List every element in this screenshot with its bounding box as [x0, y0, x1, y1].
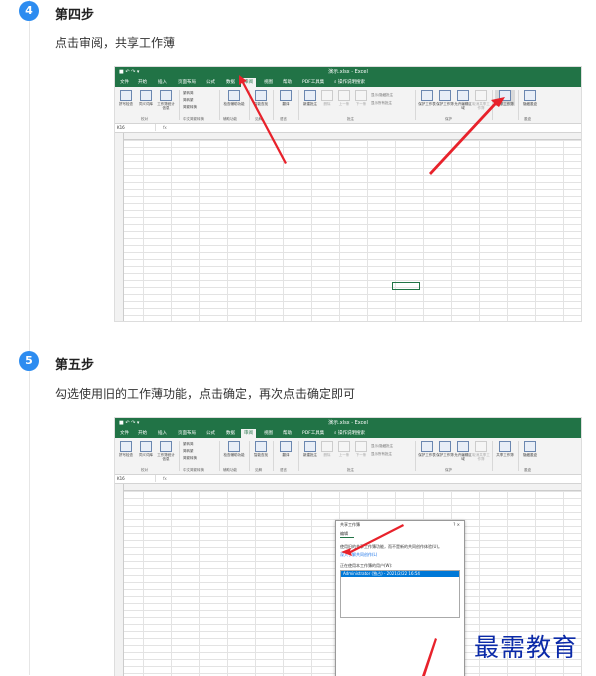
excel-screenshot-step4: ■ ↶ ↷ ▾ 演示.xlsx - Excel 文件 开始 插入 页面布局 公式… — [114, 66, 582, 322]
timeline-line — [29, 0, 30, 675]
watermark-logo: 最需教育 — [474, 633, 579, 662]
step-title: 第四步 — [55, 8, 95, 23]
red-arrow-to-review-tab — [239, 75, 287, 164]
red-arrow-to-checkbox — [341, 524, 404, 556]
step-description: 勾选使用旧的工作薄功能，点击确定，再次点击确定即可 — [55, 387, 356, 401]
red-arrow-to-share-workbook — [429, 97, 505, 175]
step-number-badge: 5 — [19, 351, 39, 371]
red-arrow-to-ok-button — [422, 638, 437, 676]
red-arrow-annotations — [239, 75, 505, 175]
step-title: 第五步 — [55, 358, 95, 373]
step-number-badge: 4 — [19, 1, 39, 21]
step-description: 点击审阅，共享工作薄 — [55, 36, 176, 50]
